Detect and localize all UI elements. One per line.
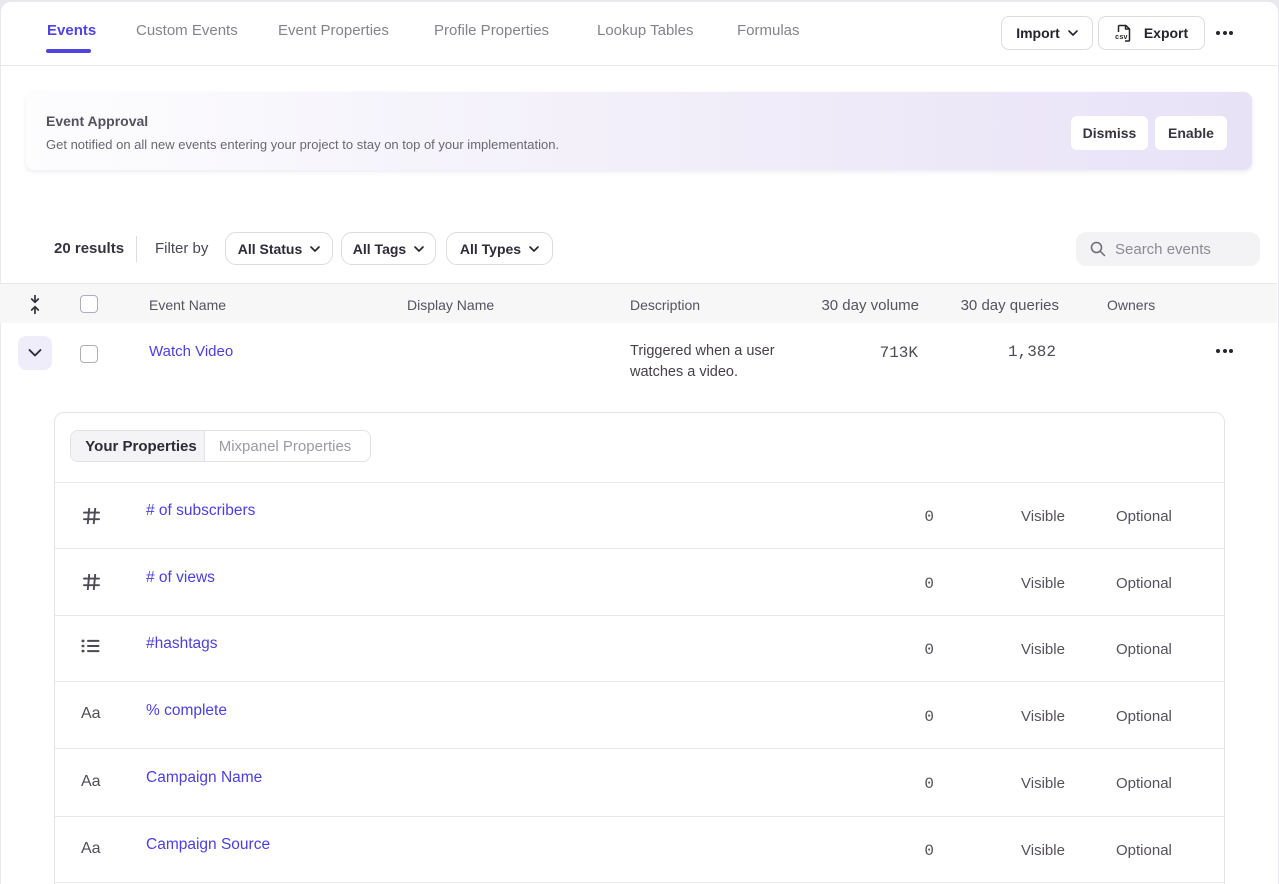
svg-text:csv: csv xyxy=(1115,34,1128,42)
